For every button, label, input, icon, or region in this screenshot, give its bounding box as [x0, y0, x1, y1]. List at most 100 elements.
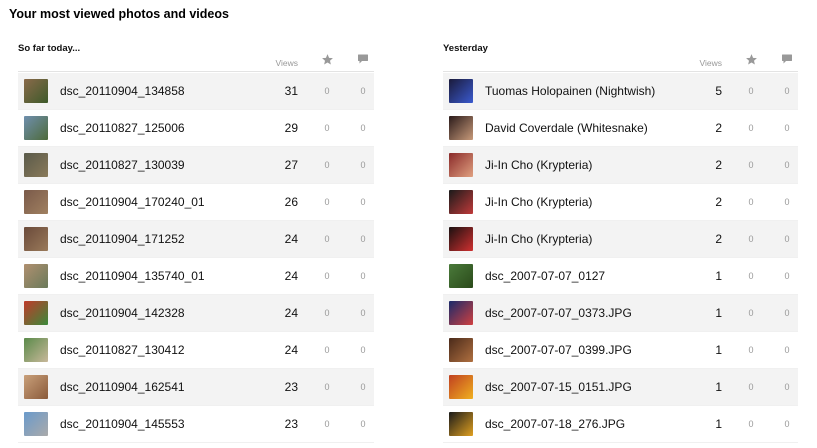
photo-title-link[interactable]: Tuomas Holopainen (Nightwish) — [485, 84, 655, 98]
view-count: 24 — [284, 269, 298, 283]
photo-title-link[interactable]: dsc_20110904_145553 — [60, 417, 185, 431]
photo-thumbnail[interactable] — [24, 153, 48, 177]
photo-thumbnail[interactable] — [24, 190, 48, 214]
header-divider — [18, 71, 374, 72]
photo-title-link[interactable]: dsc_20110827_130412 — [60, 343, 185, 357]
photo-title-link[interactable]: dsc_20110904_134858 — [60, 84, 185, 98]
favorite-count: 0 — [748, 197, 754, 207]
list-item[interactable]: dsc_2007-07-07_0399.JPG 1 0 0 — [443, 332, 798, 369]
photo-thumbnail[interactable] — [449, 153, 473, 177]
comment-count: 0 — [360, 271, 366, 281]
photo-thumbnail[interactable] — [449, 79, 473, 103]
view-count: 23 — [284, 417, 298, 431]
photo-title-link[interactable]: dsc_20110904_135740_01 — [60, 269, 205, 283]
favorite-count: 0 — [324, 234, 330, 244]
comment-count: 0 — [360, 382, 366, 392]
favorite-count: 0 — [748, 160, 754, 170]
favorite-count: 0 — [324, 160, 330, 170]
view-count: 31 — [284, 84, 298, 98]
photo-title-link[interactable]: dsc_2007-07-18_276.JPG — [485, 417, 625, 431]
photo-thumbnail[interactable] — [449, 375, 473, 399]
photo-thumbnail[interactable] — [449, 301, 473, 325]
list-item[interactable]: dsc_20110904_142328 24 0 0 — [18, 295, 374, 332]
photo-thumbnail[interactable] — [449, 116, 473, 140]
list-item[interactable]: dsc_20110904_135740_01 24 0 0 — [18, 258, 374, 295]
list-item[interactable]: dsc_2007-07-18_276.JPG 1 0 0 — [443, 406, 798, 443]
comment-icon — [780, 53, 794, 71]
favorite-count: 0 — [324, 197, 330, 207]
photo-title-link[interactable]: dsc_20110827_130039 — [60, 158, 185, 172]
list-item[interactable]: dsc_20110904_134858 31 0 0 — [18, 73, 374, 110]
list-item[interactable]: dsc_20110904_171252 24 0 0 — [18, 221, 374, 258]
favorite-count: 0 — [748, 308, 754, 318]
photo-title-link[interactable]: dsc_2007-07-15_0151.JPG — [485, 380, 632, 394]
photo-thumbnail[interactable] — [449, 227, 473, 251]
favorite-count: 0 — [748, 234, 754, 244]
comment-count: 0 — [360, 308, 366, 318]
photo-thumbnail[interactable] — [24, 412, 48, 436]
list-item[interactable]: dsc_2007-07-15_0151.JPG 1 0 0 — [443, 369, 798, 406]
photo-title-link[interactable]: Ji-In Cho (Krypteria) — [485, 158, 592, 172]
list-item[interactable]: dsc_20110827_130412 24 0 0 — [18, 332, 374, 369]
photo-title-link[interactable]: dsc_2007-07-07_0373.JPG — [485, 306, 632, 320]
photo-title-link[interactable]: dsc_20110904_171252 — [60, 232, 185, 246]
favorite-count: 0 — [748, 345, 754, 355]
photo-title-link[interactable]: Ji-In Cho (Krypteria) — [485, 195, 592, 209]
photo-thumbnail[interactable] — [449, 190, 473, 214]
photo-thumbnail[interactable] — [24, 79, 48, 103]
list-item[interactable]: dsc_20110904_162541 23 0 0 — [18, 369, 374, 406]
photo-title-link[interactable]: dsc_20110827_125006 — [60, 121, 185, 135]
photo-title-link[interactable]: dsc_20110904_162541 — [60, 380, 185, 394]
favorite-count: 0 — [324, 308, 330, 318]
list-item[interactable]: dsc_20110904_145553 23 0 0 — [18, 406, 374, 443]
photo-thumbnail[interactable] — [24, 264, 48, 288]
photo-title-link[interactable]: dsc_20110904_170240_01 — [60, 195, 205, 209]
photo-title-link[interactable]: David Coverdale (Whitesnake) — [485, 121, 648, 135]
list-item[interactable]: dsc_20110827_125006 29 0 0 — [18, 110, 374, 147]
list-item[interactable]: dsc_2007-07-07_0127 1 0 0 — [443, 258, 798, 295]
view-count: 24 — [284, 306, 298, 320]
view-count: 27 — [284, 158, 298, 172]
comment-count: 0 — [784, 419, 790, 429]
comment-count: 0 — [784, 271, 790, 281]
view-count: 26 — [284, 195, 298, 209]
list-item[interactable]: dsc_20110827_130039 27 0 0 — [18, 147, 374, 184]
photo-thumbnail[interactable] — [24, 375, 48, 399]
photo-thumbnail[interactable] — [449, 412, 473, 436]
list-item[interactable]: Ji-In Cho (Krypteria) 2 0 0 — [443, 184, 798, 221]
list-item[interactable]: Ji-In Cho (Krypteria) 2 0 0 — [443, 147, 798, 184]
favorite-count: 0 — [748, 123, 754, 133]
comment-count: 0 — [360, 419, 366, 429]
panel-title: So far today... — [18, 43, 81, 54]
photo-thumbnail[interactable] — [24, 116, 48, 140]
favorite-count: 0 — [748, 419, 754, 429]
comment-count: 0 — [784, 308, 790, 318]
favorite-count: 0 — [324, 345, 330, 355]
photo-thumbnail[interactable] — [449, 264, 473, 288]
favorite-count: 0 — [324, 382, 330, 392]
list-item[interactable]: dsc_2007-07-07_0373.JPG 1 0 0 — [443, 295, 798, 332]
star-icon — [744, 53, 758, 71]
list-item[interactable]: Ji-In Cho (Krypteria) 2 0 0 — [443, 221, 798, 258]
photo-thumbnail[interactable] — [24, 301, 48, 325]
photo-title-link[interactable]: Ji-In Cho (Krypteria) — [485, 232, 592, 246]
photo-thumbnail[interactable] — [24, 338, 48, 362]
photo-title-link[interactable]: dsc_2007-07-07_0399.JPG — [485, 343, 632, 357]
comment-count: 0 — [360, 345, 366, 355]
photo-title-link[interactable]: dsc_20110904_142328 — [60, 306, 185, 320]
view-count: 1 — [715, 269, 722, 283]
list-item[interactable]: dsc_20110904_170240_01 26 0 0 — [18, 184, 374, 221]
comment-count: 0 — [784, 86, 790, 96]
photo-thumbnail[interactable] — [449, 338, 473, 362]
photo-title-link[interactable]: dsc_2007-07-07_0127 — [485, 269, 605, 283]
page-title: Your most viewed photos and videos — [9, 7, 229, 21]
star-icon — [320, 53, 334, 71]
list-item[interactable]: Tuomas Holopainen (Nightwish) 5 0 0 — [443, 73, 798, 110]
view-count: 2 — [715, 158, 722, 172]
comment-count: 0 — [784, 197, 790, 207]
comment-icon — [356, 53, 370, 71]
view-count: 1 — [715, 417, 722, 431]
panel-title: Yesterday — [443, 43, 488, 54]
photo-thumbnail[interactable] — [24, 227, 48, 251]
list-item[interactable]: David Coverdale (Whitesnake) 2 0 0 — [443, 110, 798, 147]
